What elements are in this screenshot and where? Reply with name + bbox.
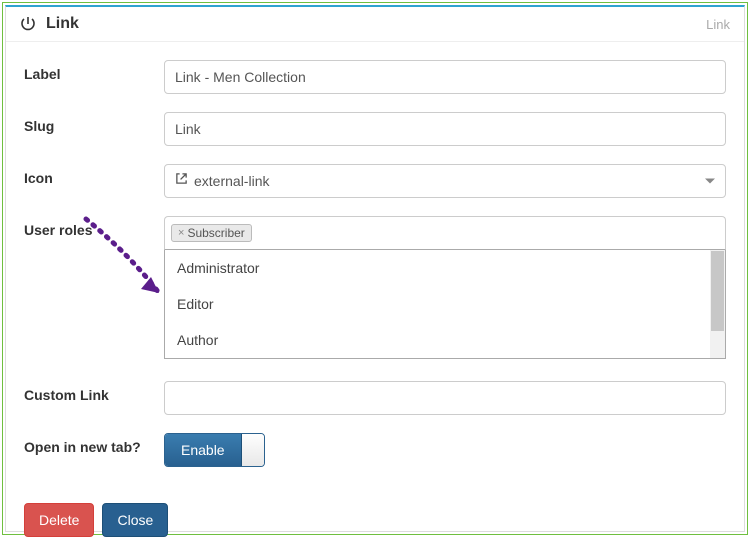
delete-button[interactable]: Delete bbox=[24, 503, 94, 537]
label-input[interactable] bbox=[164, 60, 726, 94]
option-editor[interactable]: Editor bbox=[165, 286, 725, 322]
panel-title: Link bbox=[46, 15, 706, 33]
customlink-input[interactable] bbox=[164, 381, 726, 415]
panel-subtitle: Link bbox=[706, 17, 730, 32]
dropdown-scrollbar[interactable] bbox=[710, 250, 725, 358]
icon-select[interactable]: external-link bbox=[164, 164, 726, 198]
slug-input[interactable] bbox=[164, 112, 726, 146]
toggle-label: Enable bbox=[165, 434, 242, 466]
userroles-dropdown: Administrator Editor Author bbox=[164, 250, 726, 359]
tag-remove-icon[interactable]: × bbox=[178, 227, 184, 239]
option-author[interactable]: Author bbox=[165, 322, 725, 358]
panel-header: Link Link bbox=[6, 7, 744, 42]
newtab-caption: Open in new tab? bbox=[24, 433, 164, 467]
tag-label: Subscriber bbox=[187, 226, 244, 240]
newtab-toggle[interactable]: Enable bbox=[164, 433, 265, 467]
power-icon bbox=[20, 16, 36, 32]
form: Label Slug Icon externa bbox=[6, 42, 744, 495]
label-caption: Label bbox=[24, 60, 164, 94]
userroles-input[interactable]: × Subscriber bbox=[164, 216, 726, 250]
customlink-caption: Custom Link bbox=[24, 381, 164, 415]
external-link-icon bbox=[175, 172, 188, 190]
option-administrator[interactable]: Administrator bbox=[165, 250, 725, 286]
icon-value: external-link bbox=[194, 173, 269, 189]
icon-caption: Icon bbox=[24, 164, 164, 198]
footer: Delete Close bbox=[6, 495, 744, 551]
close-button[interactable]: Close bbox=[102, 503, 168, 537]
link-panel: Link Link Label Slug Icon bbox=[5, 5, 745, 532]
slug-caption: Slug bbox=[24, 112, 164, 146]
tag-subscriber[interactable]: × Subscriber bbox=[171, 224, 252, 242]
toggle-handle[interactable] bbox=[242, 434, 264, 466]
userroles-caption: User roles bbox=[24, 216, 164, 359]
caret-down-icon bbox=[705, 179, 715, 184]
scrollbar-thumb[interactable] bbox=[711, 251, 724, 331]
